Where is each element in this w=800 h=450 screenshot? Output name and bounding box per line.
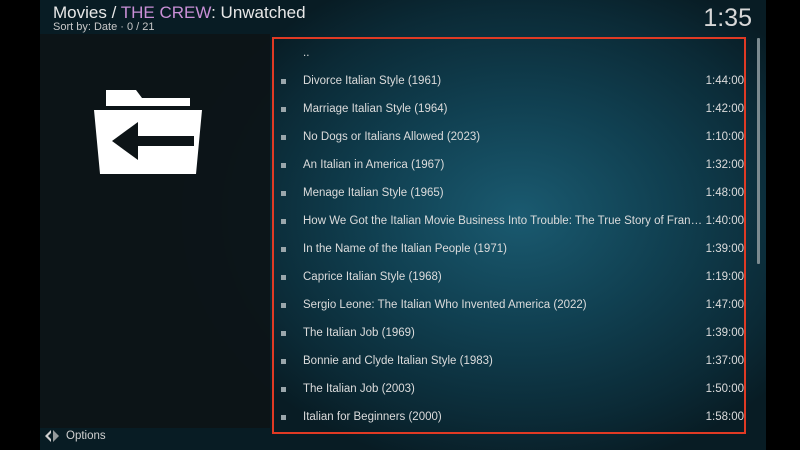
list-item[interactable]: Menage Italian Style (1965) 1:48:00 bbox=[274, 179, 744, 207]
movie-title: Divorce Italian Style (1961) bbox=[303, 75, 442, 87]
list-item[interactable]: An Italian in America (1967) 1:32:00 bbox=[274, 151, 744, 179]
movie-title: No Dogs or Italians Allowed (2023) bbox=[303, 131, 481, 143]
square-bullet-icon bbox=[281, 135, 286, 140]
square-bullet-icon bbox=[281, 107, 286, 112]
movie-duration: 1:32:00 bbox=[705, 159, 744, 171]
movie-title: An Italian in America (1967) bbox=[303, 159, 445, 171]
movie-title: The Italian Job (2003) bbox=[303, 383, 415, 395]
parent-folder-item[interactable]: .. bbox=[274, 41, 744, 69]
movie-title: Bonnie and Clyde Italian Style (1983) bbox=[303, 355, 493, 367]
options-button[interactable]: Options bbox=[44, 428, 106, 444]
square-bullet-icon bbox=[281, 275, 286, 280]
list-item[interactable]: Bonnie and Clyde Italian Style (1983) 1:3… bbox=[274, 347, 744, 375]
kodi-screen: Movies / THE CREW: Unwatched Sort by: Da… bbox=[0, 0, 800, 450]
square-bullet-icon bbox=[281, 163, 286, 168]
left-edge bbox=[0, 0, 40, 450]
movie-title: Menage Italian Style (1965) bbox=[303, 187, 444, 199]
movie-duration: 1:48:00 bbox=[705, 187, 744, 199]
list-item[interactable]: In the Name of the Italian People (1971)… bbox=[274, 235, 744, 263]
movie-title: The Italian Job (1969) bbox=[303, 327, 415, 339]
square-bullet-icon bbox=[281, 331, 286, 336]
diamond-arrows-icon bbox=[45, 430, 59, 442]
list-item[interactable]: How We Got the Italian Movie Business In… bbox=[274, 207, 744, 235]
sort-info: Sort by: Date · 0 / 21 bbox=[53, 21, 155, 33]
square-bullet-icon bbox=[281, 219, 286, 224]
movie-duration: 1:58:00 bbox=[705, 411, 744, 423]
movie-list[interactable]: .. Divorce Italian Style (1961) 1:44:00 Ma… bbox=[274, 39, 744, 432]
movie-title: Marriage Italian Style (1964) bbox=[303, 103, 448, 115]
movie-title: How We Got the Italian Movie Business In… bbox=[303, 215, 703, 227]
item-position: 0 / 21 bbox=[127, 21, 155, 33]
list-item[interactable]: Caprice Italian Style (1968) 1:19:00 bbox=[274, 263, 744, 291]
sort-text: Sort by: Date bbox=[53, 21, 118, 33]
movie-duration: 1:40:00 bbox=[705, 215, 744, 227]
list-item[interactable]: The Italian Job (1969) 1:39:00 bbox=[274, 319, 744, 347]
movie-duration: 1:39:00 bbox=[705, 243, 744, 255]
square-bullet-icon bbox=[281, 415, 286, 420]
list-item[interactable]: The Italian Job (2003) 1:50:00 bbox=[274, 375, 744, 403]
movie-duration: 1:10:00 bbox=[705, 131, 744, 143]
list-item[interactable]: Italian for Beginners (2000) 1:58:00 bbox=[274, 403, 744, 431]
title-filter: : Unwatched bbox=[211, 3, 306, 22]
movie-duration: 1:42:00 bbox=[705, 103, 744, 115]
header: Movies / THE CREW: Unwatched Sort by: Da… bbox=[53, 3, 753, 35]
movie-title: Caprice Italian Style (1968) bbox=[303, 271, 442, 283]
list-item[interactable]: Sergio Leone: The Italian Who Invented A… bbox=[274, 291, 744, 319]
movie-duration: 1:50:00 bbox=[705, 383, 744, 395]
list-item[interactable]: Divorce Italian Style (1961) 1:44:00 bbox=[274, 67, 744, 95]
movie-duration: 1:47:00 bbox=[705, 299, 744, 311]
list-item[interactable]: No Dogs or Italians Allowed (2023) 1:10:0… bbox=[274, 123, 744, 151]
right-edge bbox=[766, 0, 800, 450]
square-bullet-icon bbox=[281, 247, 286, 252]
options-label: Options bbox=[66, 430, 106, 442]
square-bullet-icon bbox=[281, 359, 286, 364]
movie-duration: 1:37:00 bbox=[705, 355, 744, 367]
title-source: THE CREW bbox=[120, 3, 212, 22]
movie-title: Italian for Beginners (2000) bbox=[303, 411, 442, 423]
list-scrollbar[interactable] bbox=[757, 38, 760, 264]
title-section: Movies bbox=[53, 3, 107, 22]
movie-title: In the Name of the Italian People (1971) bbox=[303, 243, 507, 255]
sort-dot: · bbox=[120, 21, 124, 33]
list-item[interactable]: Marriage Italian Style (1964) 1:42:00 bbox=[274, 95, 744, 123]
square-bullet-icon bbox=[281, 191, 286, 196]
title-separator: / bbox=[106, 3, 121, 22]
parent-folder-label: .. bbox=[303, 47, 310, 59]
movie-duration: 1:44:00 bbox=[705, 75, 744, 87]
movie-duration: 1:39:00 bbox=[705, 327, 744, 339]
folder-back-arrow-icon bbox=[94, 90, 202, 174]
clock: 1:35 bbox=[703, 4, 752, 32]
movie-title: Sergio Leone: The Italian Who Invented A… bbox=[303, 299, 587, 311]
page-title: Movies / THE CREW: Unwatched bbox=[53, 3, 306, 23]
movie-list-highlight: .. Divorce Italian Style (1961) 1:44:00 Ma… bbox=[272, 37, 746, 434]
movie-duration: 1:19:00 bbox=[705, 271, 744, 283]
square-bullet-icon bbox=[281, 387, 286, 392]
square-bullet-icon bbox=[281, 79, 286, 84]
square-bullet-icon bbox=[281, 303, 286, 308]
